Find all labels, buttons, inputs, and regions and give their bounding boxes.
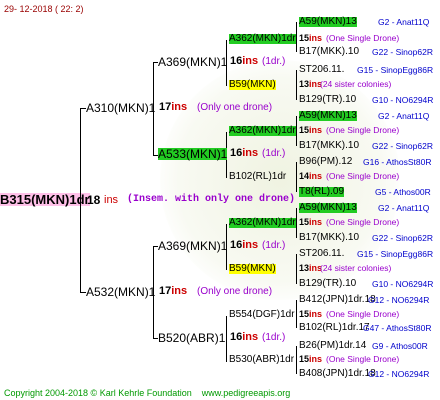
node-b520-note: (1dr.) <box>262 332 286 343</box>
node-a369a-note: (1dr.) <box>262 56 286 67</box>
tree-line <box>296 254 297 284</box>
l3-4-note: (One Single Drone) <box>326 217 400 227</box>
leaf-8-name: A59(MKN)13 <box>299 202 357 213</box>
l3-3-ins: 14ins <box>299 171 323 181</box>
leaf-5-name: B17(MKK).10 <box>299 140 360 151</box>
l3-6-note: (One Single Drone) <box>326 309 400 319</box>
l3-5-note: (24 sister colonies) <box>320 263 392 273</box>
leaf-9-name: B17(MKK).10 <box>299 232 360 243</box>
l3-3-name: B102(RL)1dr <box>229 171 287 182</box>
node-a310-name: A310(MKN)1 <box>86 101 156 115</box>
tree-line <box>296 70 297 100</box>
node-a532-name: A532(MKN)1 <box>86 285 156 299</box>
node-a310-note: (Only one drone) <box>197 102 273 113</box>
node-a369a-name: A369(MKN)1 <box>158 55 228 69</box>
leaf-1-right: G22 - Sinop62R <box>372 47 433 57</box>
leaf-6-name: B96(PM).12 <box>299 156 353 167</box>
leaf-13-name: B102(RL)1dr.17 <box>299 322 370 333</box>
l3-1-note: (24 sister colonies) <box>320 79 392 89</box>
l3-7-note: (One Single Drone) <box>326 354 400 364</box>
l3-4-name: A362(MKN)1dr <box>229 217 296 228</box>
tree-line <box>296 162 297 192</box>
tree-line <box>296 208 297 238</box>
node-a369a-ins: 16ins <box>230 55 259 67</box>
node-a369b-name: A369(MKN)1 <box>158 239 228 253</box>
root-ins-number: 18 <box>87 193 101 207</box>
node-b520-name: B520(ABR)1 <box>158 331 226 345</box>
leaf-3-name: B129(TR).10 <box>299 94 357 105</box>
l3-1-ins: 13ins <box>299 79 323 89</box>
leaf-14-right: G9 - Athos00R <box>372 341 428 351</box>
tree-line <box>296 22 297 52</box>
node-a369b-note: (1dr.) <box>262 240 286 251</box>
tree-line <box>80 108 81 292</box>
node-a533-name: A533(MKN)1 <box>158 147 228 161</box>
leaf-2-name: ST206.11. <box>299 64 345 75</box>
l3-7-ins: 15ins <box>299 354 323 364</box>
leaf-6-right: G16 - AthosSt80R <box>363 157 432 167</box>
root-ins-unit: ins <box>104 194 119 206</box>
l3-2-ins: 15ins <box>299 125 323 135</box>
l3-2-note: (One Single Drone) <box>326 125 400 135</box>
leaf-10-right: G15 - SinopEgg86R <box>357 249 434 259</box>
leaf-8-right: G2 - Anat11Q <box>378 203 430 213</box>
l3-7-name: B530(ABR)1dr <box>229 354 295 365</box>
tree-line <box>296 346 297 374</box>
leaf-3-right: G10 - NO6294R <box>372 95 434 105</box>
l3-4-ins: 15ins <box>299 217 323 227</box>
l3-6-ins: 15ins <box>299 309 323 319</box>
l3-0-name: A362(MKN)1dr <box>229 33 296 44</box>
leaf-13-right: G47 - AthosSt80R <box>363 323 432 333</box>
leaf-5-right: G22 - Sinop62R <box>372 141 433 151</box>
leaf-7-right: G5 - Athos00R <box>375 187 431 197</box>
l3-0-ins: 15ins <box>299 33 323 43</box>
leaf-7-name: T8(RL).09 <box>299 186 345 197</box>
node-a533-note: (1dr.) <box>262 148 286 159</box>
l3-6-name: B554(DGF)1dr <box>229 309 295 320</box>
leaf-11-name: B129(TR).10 <box>299 278 357 289</box>
leaf-0-right: G2 - Anat11Q <box>378 17 430 27</box>
l3-1-name: B59(MKN) <box>229 79 276 90</box>
footer-url-link[interactable]: www.pedigreeapis.org <box>202 388 291 398</box>
leaf-4-right: G2 - Anat11Q <box>378 111 430 121</box>
node-a532-note: (Only one drone) <box>197 286 273 297</box>
l3-5-ins: 13ins <box>299 263 323 273</box>
leaf-11-right: G10 - NO6294R <box>372 279 434 289</box>
leaf-10-name: ST206.11. <box>299 248 345 259</box>
leaf-15-right: G12 - NO6294R <box>368 369 430 379</box>
l3-2-name: A362(MKN)1dr <box>229 125 296 136</box>
leaf-4-name: A59(MKN)13 <box>299 110 357 121</box>
leaf-15-name: B408(JPN)1dr.18 <box>299 368 376 379</box>
footer-copyright: Copyright 2004-2018 © Karl Kehrle Founda… <box>4 388 192 398</box>
tree-line <box>296 300 297 328</box>
footer: Copyright 2004-2018 © Karl Kehrle Founda… <box>4 389 290 398</box>
leaf-12-right: G12 - NO6294R <box>368 295 430 305</box>
leaf-2-right: G15 - SinopEgg86R <box>357 65 434 75</box>
tree-line <box>296 116 297 146</box>
header-date: 29- 12-2018 ( 22: 2) <box>4 4 84 14</box>
leaf-1-name: B17(MKK).10 <box>299 46 360 57</box>
node-a369b-ins: 16ins <box>230 239 259 251</box>
leaf-9-right: G22 - Sinop62R <box>372 233 433 243</box>
l3-0-note: (One Single Drone) <box>326 33 400 43</box>
root-insem-note: (Insem. with only one drone) <box>127 194 296 205</box>
node-a310-ins: 17ins <box>159 101 188 113</box>
leaf-0-name: A59(MKN)13 <box>299 16 357 27</box>
l3-3-note: (One Single Drone) <box>326 171 400 181</box>
node-a533-ins: 16ins <box>230 147 259 159</box>
node-a532-ins: 17ins <box>159 285 188 297</box>
l3-5-name: B59(MKN) <box>229 263 276 274</box>
leaf-14-name: B26(PM)1dr.14 <box>299 340 367 351</box>
tree-line <box>226 316 227 362</box>
node-b520-ins: 16ins <box>230 331 259 343</box>
root-queen-name: B315(MKN)1dr <box>0 192 90 207</box>
leaf-12-name: B412(JPN)1dr.18 <box>299 294 376 305</box>
